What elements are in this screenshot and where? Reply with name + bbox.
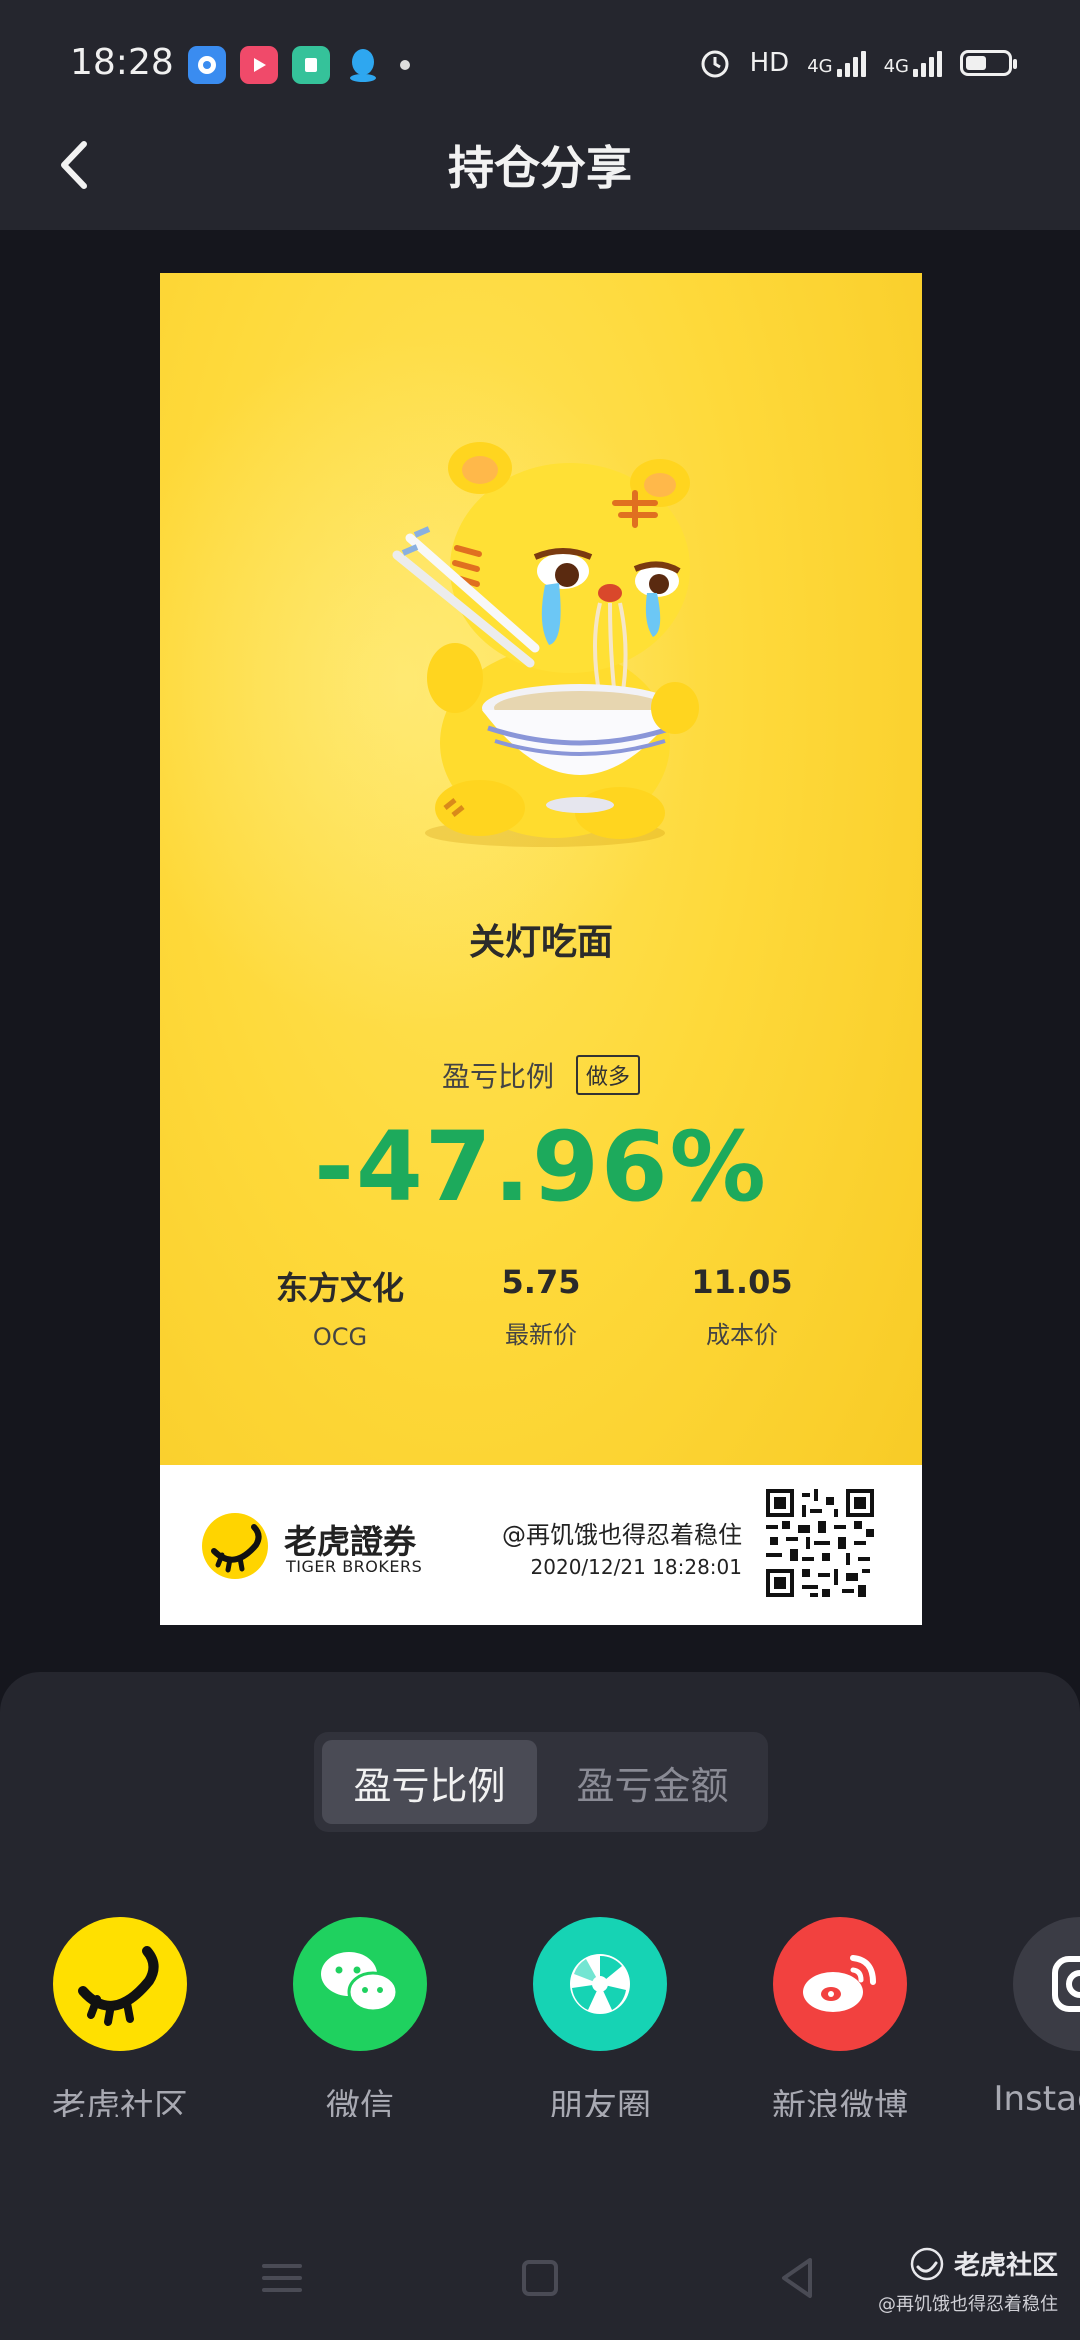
brand-name-en: TIGER BROKERS	[286, 1557, 423, 1576]
ratio-header: 盈亏比例 做多	[160, 1055, 922, 1095]
share-label-instagram: Instagram	[993, 2079, 1080, 2117]
more-notifications-dot	[400, 60, 410, 70]
wechat-icon	[293, 1917, 427, 2051]
network-type: 4G	[807, 56, 833, 77]
home-square-icon	[522, 2260, 558, 2296]
share-label-weibo: 新浪微博	[772, 2087, 908, 2117]
stock-info: 东方文化 OCG	[240, 1263, 440, 1351]
status-time: 18:28	[70, 42, 174, 83]
watermark-username: @再饥饿也得忍着稳住	[878, 2294, 1058, 2315]
app-notification-icon	[292, 46, 330, 84]
portfolio-nickname: 关灯吃面	[468, 922, 613, 963]
browser-notification-icon	[188, 46, 226, 84]
profit-loss-ratio: -47.96%	[314, 1111, 768, 1223]
tiger-community-watermark-icon	[910, 2247, 944, 2280]
share-weibo[interactable]: 新浪微博	[740, 1917, 940, 2117]
page-title: 持仓分享	[448, 141, 632, 195]
stock-name: 东方文化	[275, 1269, 404, 1307]
back-triangle-icon	[782, 2258, 812, 2298]
notification-icons	[188, 46, 410, 84]
cost-price: 11.05	[691, 1263, 793, 1301]
ratio-label: 盈亏比例	[441, 1060, 554, 1093]
watermark-brand: 老虎社区	[953, 2251, 1058, 2281]
latest-price-label: 最新价	[505, 1321, 577, 1349]
tiger-community-icon	[53, 1917, 187, 2051]
weibo-icon	[773, 1917, 907, 2051]
share-timestamp: 2020/12/21 18:28:01	[530, 1555, 742, 1579]
community-watermark: 老虎社区 @再饥饿也得忍着稳住	[878, 2245, 1058, 2316]
share-label-wechat: 微信	[326, 2087, 394, 2117]
toggle-ratio[interactable]: 盈亏比例	[322, 1740, 537, 1824]
battery-icon	[960, 50, 1017, 76]
qq-notification-icon	[344, 46, 382, 84]
share-targets: 老虎社区 微信 朋友圈 新浪微博 Insta	[0, 1917, 1080, 2117]
system-icons: HD 4G 4G	[698, 46, 1017, 80]
alarm-icon	[701, 50, 729, 78]
card-footer: 老虎證券 TIGER BROKERS @再饥饿也得忍着稳住 2020/12/21…	[160, 1465, 922, 1625]
position-stats: 东方文化 OCG 5.75 最新价 11.05 成本价	[240, 1263, 842, 1351]
signal-icon-2	[913, 49, 942, 77]
nav-home-button[interactable]	[510, 2248, 570, 2308]
menu-icon	[262, 2264, 302, 2292]
cost-price-label: 成本价	[706, 1321, 778, 1349]
video-notification-icon	[240, 46, 278, 84]
top-app-bar: 持仓分享	[0, 100, 1080, 230]
share-instagram[interactable]: Instagram	[980, 1917, 1080, 2117]
signal-icon	[836, 49, 866, 77]
share-wechat[interactable]: 微信	[260, 1917, 460, 2117]
share-card: 关灯吃面 盈亏比例 做多 -47.96% 东方文化 OCG 5.75 最新价 1…	[160, 273, 922, 1625]
crying-tiger-mascot	[392, 442, 699, 847]
display-mode-toggle: 盈亏比例 盈亏金额	[314, 1732, 768, 1832]
latest-price: 5.75	[501, 1263, 581, 1301]
stock-ticker: OCG	[312, 1323, 368, 1351]
network-type-2: 4G	[883, 56, 909, 77]
instagram-icon	[1013, 1917, 1080, 2051]
nav-menu-button[interactable]	[252, 2248, 312, 2308]
hd-indicator: HD	[749, 48, 790, 78]
share-label-tiger-community: 老虎社区	[52, 2087, 188, 2117]
brand-name-cn: 老虎證券	[284, 1522, 416, 1561]
qr-code	[766, 1489, 874, 1597]
share-moments[interactable]: 朋友圈	[500, 1917, 700, 2117]
long-position-tag: 做多	[576, 1055, 641, 1095]
moments-icon	[533, 1917, 667, 2051]
share-label-moments: 朋友圈	[549, 2087, 651, 2117]
share-tiger-community[interactable]: 老虎社区	[20, 1917, 220, 2117]
tiger-brokers-logo	[202, 1513, 268, 1579]
cost-price-info: 11.05 成本价	[642, 1263, 842, 1351]
latest-price-info: 5.75 最新价	[441, 1263, 641, 1351]
toggle-amount[interactable]: 盈亏金额	[545, 1740, 760, 1824]
share-username: @再饥饿也得忍着稳住	[502, 1521, 742, 1549]
nav-back-button[interactable]	[768, 2248, 828, 2308]
